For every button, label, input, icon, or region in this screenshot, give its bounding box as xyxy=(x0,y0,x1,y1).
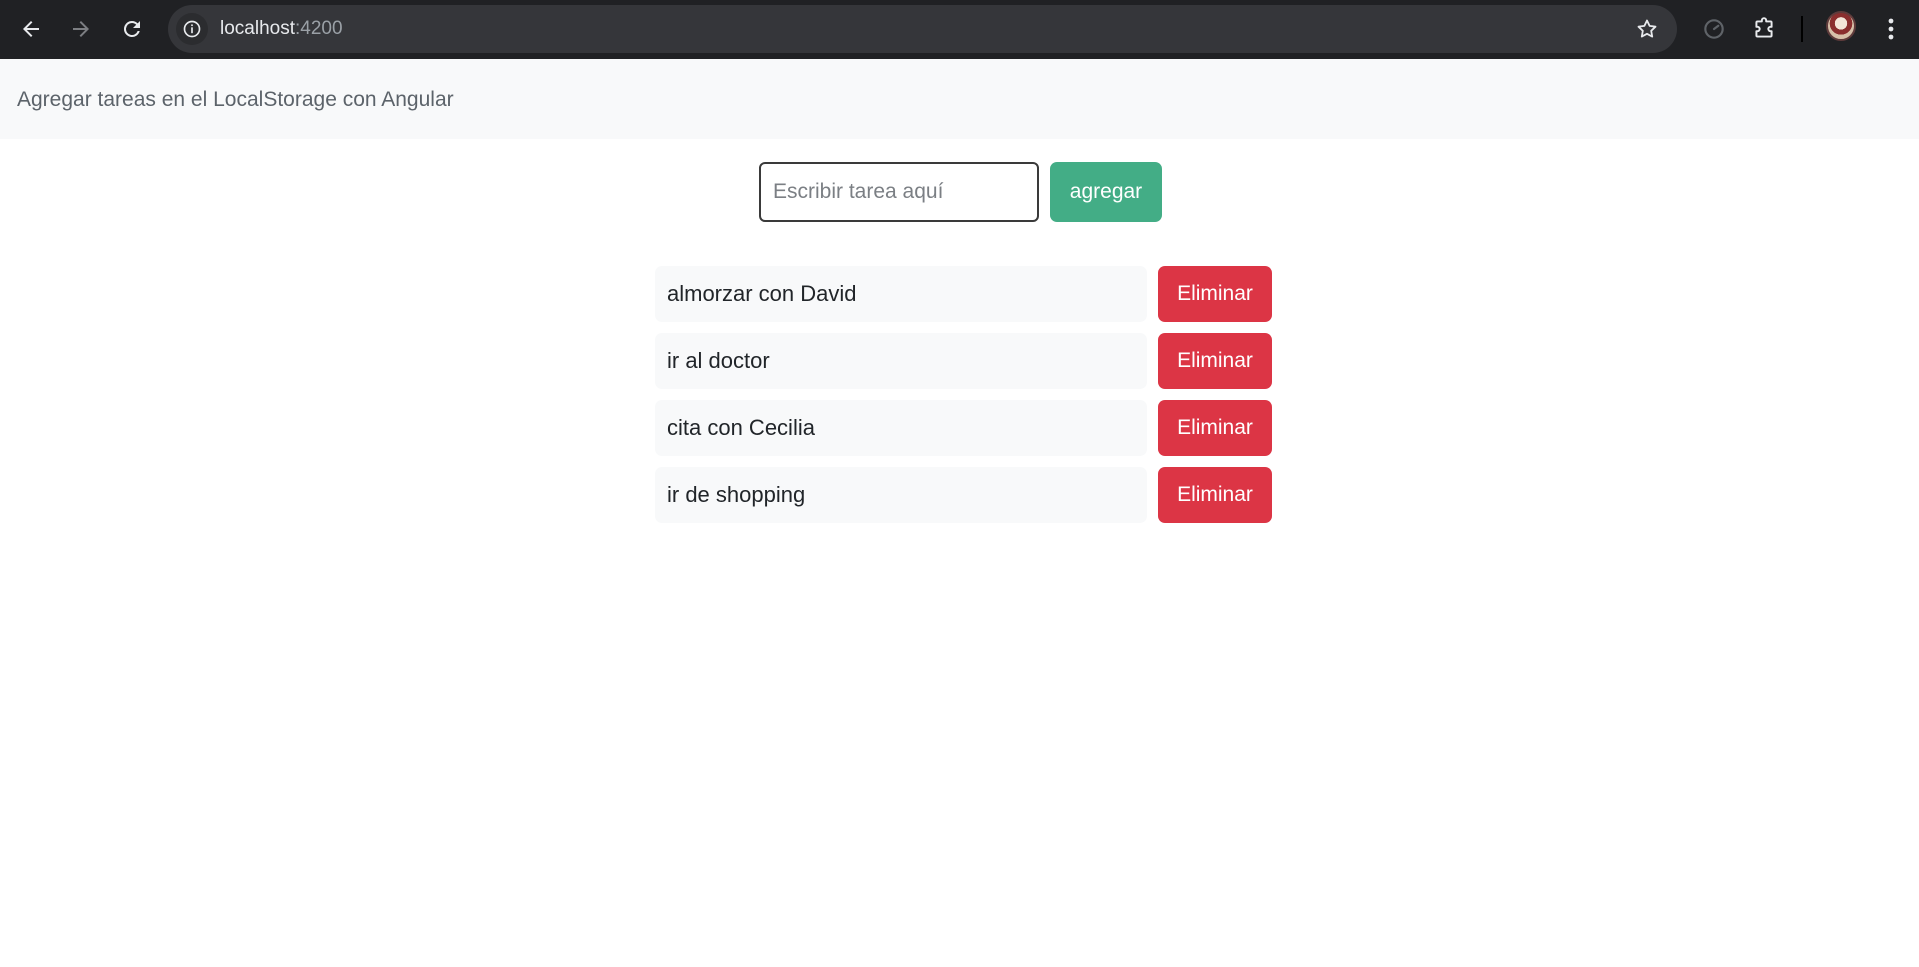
back-button[interactable] xyxy=(11,9,51,49)
avatar[interactable] xyxy=(1826,11,1856,41)
list-item: ir al doctor Eliminar xyxy=(655,333,1273,389)
delete-task-button[interactable]: Eliminar xyxy=(1158,400,1272,456)
task-text: ir de shopping xyxy=(655,467,1147,523)
arrow-right-icon xyxy=(73,21,89,37)
add-task-button[interactable]: agregar xyxy=(1050,162,1162,222)
reload-icon xyxy=(123,20,140,37)
delete-task-button[interactable]: Eliminar xyxy=(1158,467,1272,523)
list-item: ir de shopping Eliminar xyxy=(655,467,1273,523)
url-text: localhost:4200 xyxy=(220,17,343,41)
url-host: localhost xyxy=(220,18,295,39)
browser-toolbar: localhost:4200 xyxy=(0,0,1919,59)
task-text: almorzar con David xyxy=(655,266,1147,322)
kebab-menu-icon xyxy=(1888,18,1894,40)
forward-button[interactable] xyxy=(61,9,101,49)
address-bar[interactable]: localhost:4200 xyxy=(168,5,1677,53)
toolbar-divider xyxy=(1801,16,1803,42)
puzzle-icon xyxy=(1755,17,1773,38)
url-port: :4200 xyxy=(295,18,343,39)
reload-button[interactable] xyxy=(112,9,152,49)
list-item: cita con Cecilia Eliminar xyxy=(655,400,1273,456)
performance-button[interactable] xyxy=(1696,11,1732,47)
arrow-left-icon xyxy=(23,21,39,37)
speed-icon xyxy=(1704,19,1724,39)
task-text: cita con Cecilia xyxy=(655,400,1147,456)
app-navbar: Agregar tareas en el LocalStorage con An… xyxy=(0,59,1919,139)
info-icon xyxy=(183,20,201,38)
task-text: ir al doctor xyxy=(655,333,1147,389)
task-list: almorzar con David Eliminar ir al doctor… xyxy=(655,266,1273,534)
browser-menu-button[interactable] xyxy=(1874,11,1908,47)
delete-task-button[interactable]: Eliminar xyxy=(1158,333,1272,389)
task-input[interactable] xyxy=(759,162,1039,222)
site-info-button[interactable] xyxy=(176,13,208,45)
star-icon xyxy=(1637,19,1657,38)
bookmark-button[interactable] xyxy=(1633,15,1661,43)
extensions-button[interactable] xyxy=(1746,11,1782,47)
navbar-brand[interactable]: Agregar tareas en el LocalStorage con An… xyxy=(17,87,454,113)
delete-task-button[interactable]: Eliminar xyxy=(1158,266,1272,322)
list-item: almorzar con David Eliminar xyxy=(655,266,1273,322)
